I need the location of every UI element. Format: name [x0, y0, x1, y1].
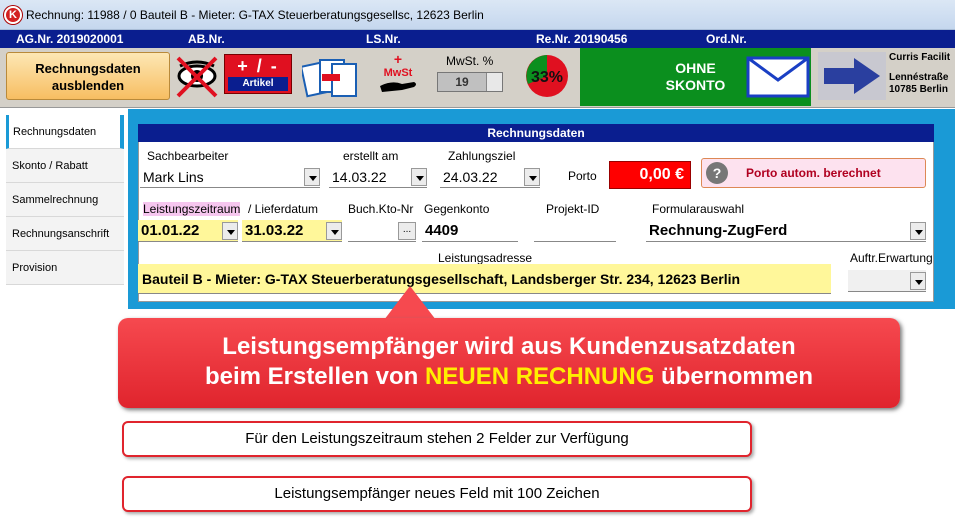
porto-value: 0,00 €: [609, 161, 691, 189]
hide-button-label-1: Rechnungsdaten: [35, 61, 141, 76]
chevron-down-icon[interactable]: [486, 73, 502, 91]
sachbearbeiter-value: Mark Lins: [143, 169, 204, 185]
leistungszeitraum-from-field[interactable]: 01.01.22: [138, 220, 238, 242]
add-remove-article-button[interactable]: + / - Artikel: [224, 54, 292, 94]
mwst-hand-icon[interactable]: + MwSt: [376, 52, 422, 100]
ag-number: AG.Nr. 2019020001: [16, 32, 124, 46]
callout-highlight: NEUEN RECHNUNG: [425, 363, 655, 390]
customer-city: 10785 Berlin: [889, 84, 948, 95]
auftr-erwartung-label: Auftr.Erwartung: [850, 251, 933, 265]
invoice-window: K Rechnung: 11988 / 0 Bauteil B - Mieter…: [0, 0, 955, 518]
annotation-note-leistungszeitraum: Für den Leistungszeitraum stehen 2 Felde…: [122, 421, 752, 457]
leistung-to-value: 31.03.22: [245, 222, 304, 239]
percent-text: 33%: [531, 69, 563, 86]
sidebar: Rechnungsdaten Skonto / Rabatt Sammelrec…: [0, 109, 130, 309]
leistung-from-value: 01.01.22: [141, 222, 200, 239]
customer-street: Lennéstraße: [889, 72, 949, 83]
copy-document-icon[interactable]: [302, 52, 362, 100]
erstellt-value: 14.03.22: [332, 169, 387, 185]
erstellt-date-field[interactable]: 14.03.22: [329, 166, 427, 188]
hide-invoice-data-button[interactable]: Rechnungsdaten ausblenden: [6, 52, 170, 100]
gegenkonto-label: Gegenkonto: [424, 202, 490, 216]
sachbearbeiter-select[interactable]: Mark Lins: [140, 166, 320, 188]
leistungszeitraum-to-field[interactable]: 31.03.22: [242, 220, 342, 242]
percent-circle-icon[interactable]: 33%: [524, 52, 570, 100]
porto-label: Porto: [568, 169, 597, 183]
formular-value: Rechnung-ZugFerd: [649, 222, 788, 239]
zahlungsziel-date-field[interactable]: 24.03.22: [440, 166, 540, 188]
chevron-down-icon[interactable]: [411, 168, 427, 186]
leistungsadresse-label: Leistungsadresse: [438, 251, 533, 265]
annotation-note-leistungsempfaenger: Leistungsempfänger neues Feld mit 100 Ze…: [122, 476, 752, 512]
chevron-down-icon[interactable]: [524, 168, 540, 186]
customer-name: Curris Facilit: [889, 52, 951, 63]
chevron-down-icon[interactable]: [304, 168, 320, 186]
auftr-erwartung-select[interactable]: [848, 270, 926, 292]
lieferdatum-label: / Lieferdatum: [248, 202, 319, 216]
sidebar-item-skonto-rabatt[interactable]: Skonto / Rabatt: [6, 149, 124, 183]
zahlungsziel-label: Zahlungsziel: [448, 149, 516, 163]
zahlungsziel-value: 24.03.22: [443, 169, 498, 185]
callout-line-2-post: übernommen: [661, 363, 814, 390]
hide-eye-icon[interactable]: [174, 52, 220, 100]
ellipsis-button[interactable]: ...: [398, 222, 416, 240]
leistungszeitraum-label: Leistungszeitraum: [143, 202, 241, 216]
customer-address: Curris Facilit Lennéstraße 10785 Berlin: [889, 52, 955, 96]
leistungsadresse-field[interactable]: Bauteil B - Mieter: G-TAX Steuerberatung…: [138, 264, 831, 294]
gegenkonto-field[interactable]: 4409: [422, 220, 518, 242]
ord-number: Ord.Nr.: [706, 32, 747, 46]
chevron-down-icon[interactable]: [910, 272, 926, 290]
window-title: Rechnung: 11988 / 0 Bauteil B - Mieter: …: [26, 8, 484, 22]
sidebar-item-sammelrechnung[interactable]: Sammelrechnung: [6, 183, 124, 217]
panel-title: Rechnungsdaten: [138, 124, 934, 142]
projekt-id-field[interactable]: [534, 220, 616, 242]
chevron-down-icon[interactable]: [222, 222, 238, 240]
sidebar-item-rechnungsanschrift[interactable]: Rechnungsanschrift: [6, 217, 124, 251]
app-logo-icon: K: [4, 6, 22, 24]
title-bar: K Rechnung: 11988 / 0 Bauteil B - Mieter…: [0, 0, 955, 30]
sidebar-item-rechnungsdaten[interactable]: Rechnungsdaten: [6, 115, 124, 149]
ab-number: AB.Nr.: [188, 32, 225, 46]
porto-button-label: Porto autom. berechnet: [746, 166, 881, 180]
mwst-select[interactable]: 19: [437, 72, 503, 92]
callout-line-1: Leistungsempfänger wird aus Kundenzusatz…: [222, 333, 796, 360]
re-number: Re.Nr. 20190456: [536, 32, 628, 46]
ls-number: LS.Nr.: [366, 32, 401, 46]
formularauswahl-label: Formularauswahl: [652, 202, 745, 216]
document-numbers-bar: AG.Nr. 2019020001 AB.Nr. LS.Nr. Re.Nr. 2…: [0, 30, 955, 48]
toolbar: Rechnungsdaten ausblenden + / - Artikel …: [0, 48, 955, 108]
article-plus-minus-label: + / -: [237, 56, 279, 76]
callout-pointer: [384, 286, 436, 320]
mwst-label: MwSt. %: [446, 54, 494, 68]
buchkto-label: Buch.Kto-Nr: [348, 202, 414, 216]
porto-auto-button[interactable]: ? Porto autom. berechnet: [701, 158, 926, 188]
annotation-callout: Leistungsempfänger wird aus Kundenzusatz…: [118, 318, 900, 408]
sachbearbeiter-label: Sachbearbeiter: [147, 149, 229, 163]
buchkto-field[interactable]: ...: [348, 220, 416, 242]
formularauswahl-select[interactable]: Rechnung-ZugFerd: [646, 220, 926, 242]
article-label: Artikel: [228, 77, 288, 91]
svg-text:+: +: [394, 52, 402, 67]
callout-line-2: beim Erstellen von NEUEN RECHNUNG überno…: [118, 362, 900, 392]
projekt-id-label: Projekt-ID: [546, 202, 600, 216]
forward-arrow-icon[interactable]: [818, 52, 886, 100]
erstellt-label: erstellt am: [343, 149, 399, 163]
question-mark-icon: ?: [706, 162, 728, 184]
sidebar-item-provision[interactable]: Provision: [6, 251, 124, 285]
callout-line-2-pre: beim Erstellen von: [204, 363, 419, 390]
envelope-icon[interactable]: [744, 52, 812, 100]
hide-button-label-2: ausblenden: [51, 78, 125, 93]
mwst-value: 19: [455, 75, 469, 89]
mwst-icon-text: MwSt: [384, 67, 413, 79]
chevron-down-icon[interactable]: [326, 222, 342, 240]
chevron-down-icon[interactable]: [910, 222, 926, 240]
